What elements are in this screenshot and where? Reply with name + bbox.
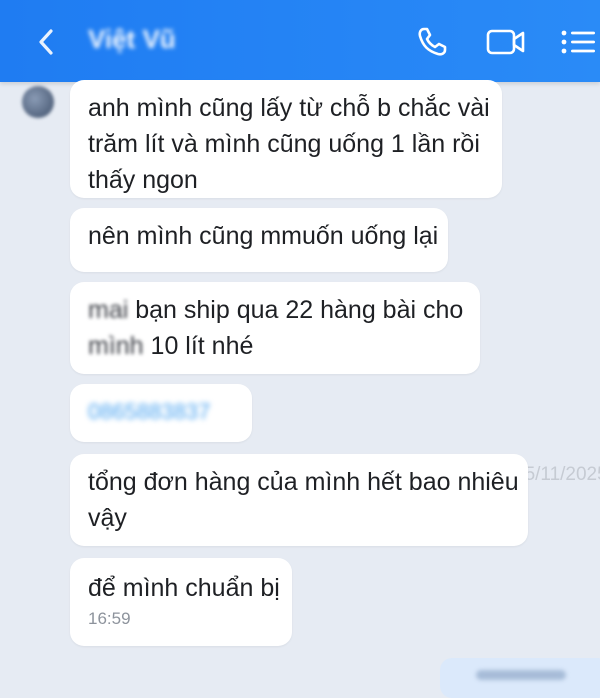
message-line: mai bạn ship qua 22 hàng bài cho (88, 292, 464, 328)
video-camera-icon (486, 29, 525, 55)
menu-button[interactable] (556, 20, 600, 64)
video-call-button[interactable] (484, 20, 528, 64)
message-line: vậy (88, 504, 127, 532)
phone-icon (418, 27, 447, 56)
message-text: 10 lít nhé (143, 332, 254, 360)
message-line: trăm lít và mình cũng uống 1 lần rồi (88, 130, 480, 158)
message-timestamp: 16:59 (88, 609, 131, 628)
blurred-text (476, 670, 566, 680)
message-line: thấy ngon (88, 166, 198, 194)
call-button[interactable] (410, 20, 454, 64)
message-bubble[interactable]: 0865883837 (70, 384, 252, 442)
blurred-text: mình (88, 332, 144, 360)
message-line: anh mình cũng lấy từ chỗ b chắc vài (88, 94, 490, 122)
message-line: tổng đơn hàng của mình hết bao nhiêu (88, 468, 519, 496)
message-bubble[interactable]: anh mình cũng lấy từ chỗ b chắc vài trăm… (70, 80, 502, 198)
message-bubble[interactable]: mai bạn ship qua 22 hàng bài cho mình 10… (70, 282, 480, 374)
message-line: để mình chuẩn bị (88, 574, 280, 602)
list-menu-icon (561, 30, 595, 54)
avatar[interactable] (22, 86, 54, 118)
message-line: mình 10 lít nhé (88, 328, 462, 364)
message-bubble[interactable]: nên mình cũng mmuốn uống lại (70, 208, 448, 272)
back-button[interactable] (26, 22, 66, 62)
message-bubble[interactable]: tổng đơn hàng của mình hết bao nhiêu vậy (70, 454, 528, 546)
blurred-text: mai (88, 296, 129, 324)
phone-number-link[interactable]: 0865883837 (88, 394, 234, 430)
outgoing-message-bubble[interactable] (440, 658, 600, 698)
message-bubble[interactable]: để mình chuẩn bị 16:59 (70, 558, 292, 646)
contact-name[interactable]: Việt Vũ (88, 24, 176, 55)
chat-header: Việt Vũ (0, 0, 600, 82)
chevron-left-icon (39, 29, 53, 55)
message-text: bạn ship qua 22 hàng bài cho (128, 296, 464, 324)
message-line: nên mình cũng mmuốn uống lại (88, 222, 439, 250)
